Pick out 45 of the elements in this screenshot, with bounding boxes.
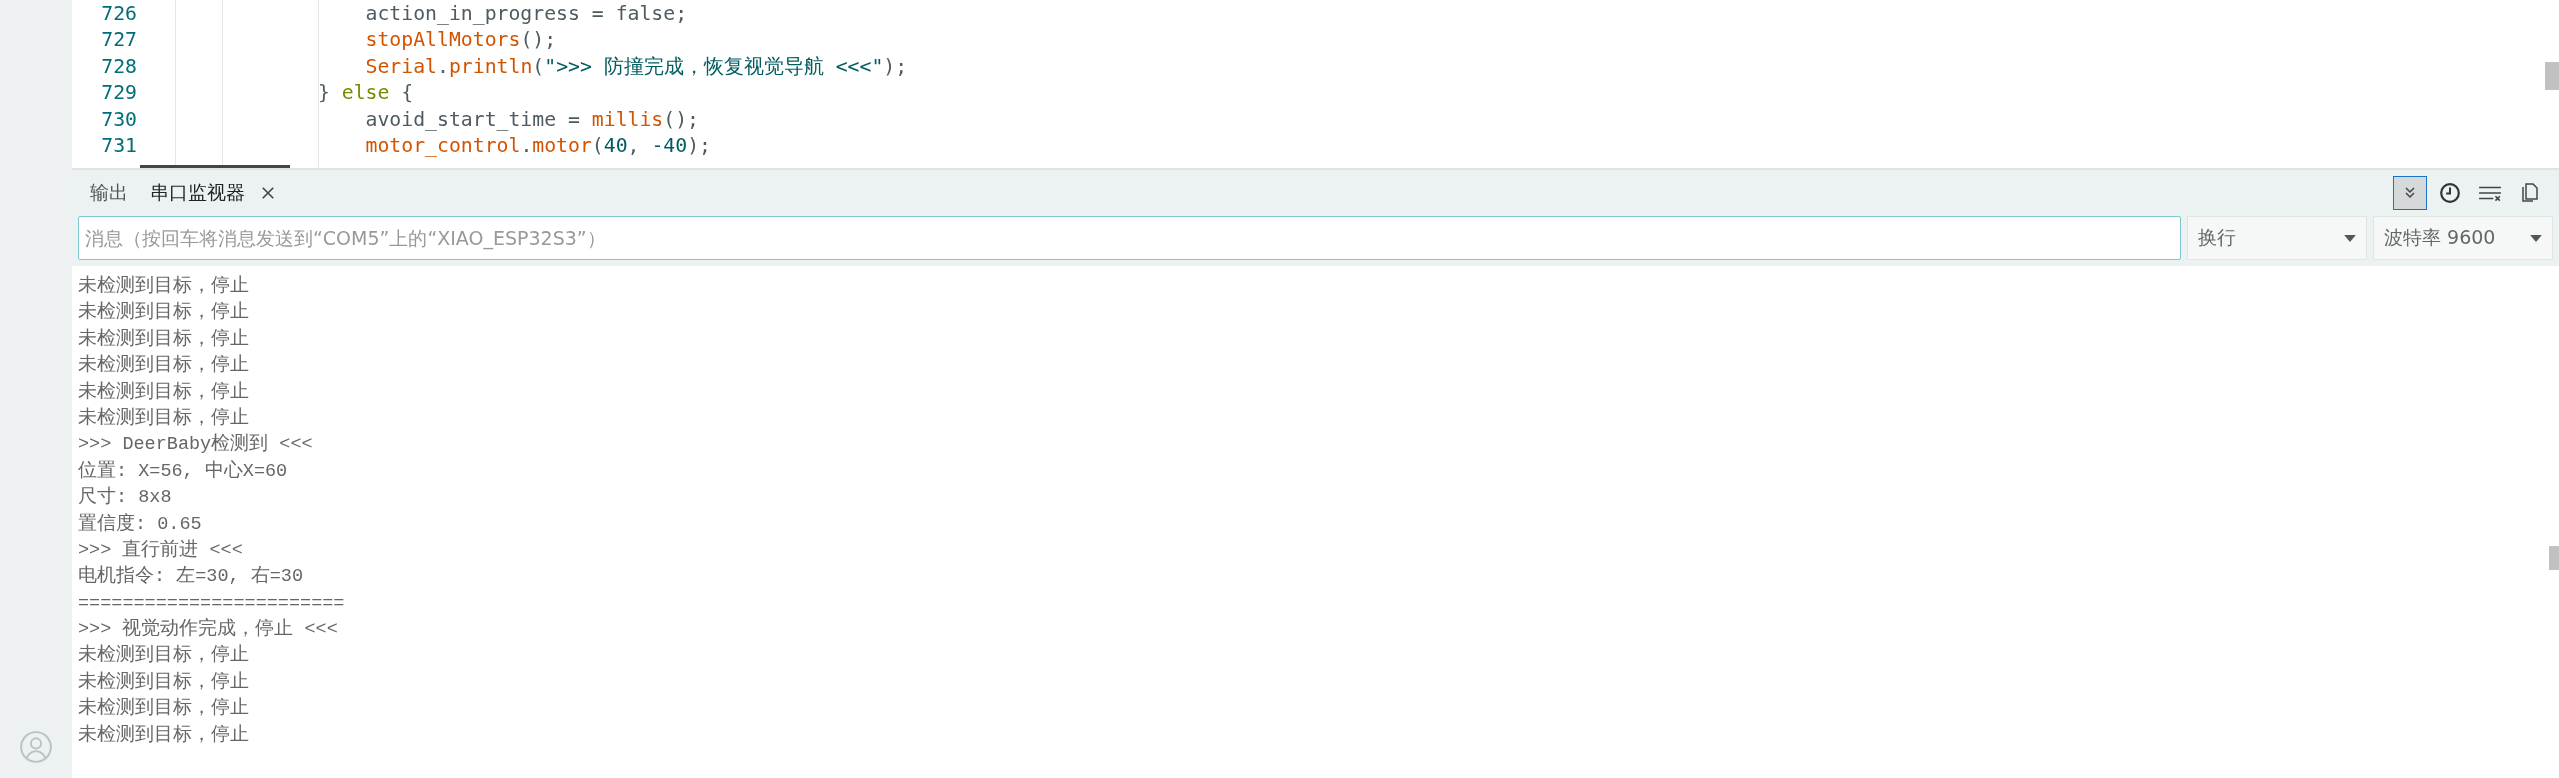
panel-tab[interactable]: 输出	[82, 176, 136, 210]
line-number: 727	[100, 28, 137, 52]
serial-output-line: 未检测到目标，停止	[78, 274, 250, 299]
line-number: 726	[100, 1, 137, 25]
serial-output-line: 置信度: 0.65	[78, 512, 203, 537]
serial-output-line: >>> 视觉动作完成，停止 <<<	[78, 617, 339, 643]
panel-tab[interactable]: 串口监视器	[142, 176, 253, 210]
serial-output-line: 未检测到目标，停止	[78, 643, 250, 669]
serial-output-line: >>> 直行前进 <<<	[78, 538, 244, 563]
code-line: motor_control.motor(40, -40);	[364, 134, 711, 158]
scrollbar-thumb[interactable]	[2549, 546, 2559, 570]
serial-output-line: 未检测到目标，停止	[78, 327, 250, 352]
line-number: 730	[100, 107, 137, 131]
code-line: stopAllMotors();	[364, 28, 557, 52]
serial-output-line: 未检测到目标，停止	[78, 696, 250, 722]
double-chevron-down-icon	[2402, 185, 2418, 201]
clock-icon	[2439, 182, 2461, 204]
serial-output-line: 未检测到目标，停止	[78, 670, 250, 695]
serial-output-line: 未检测到目标，停止	[78, 380, 250, 405]
code-line: Serial.println(">>> 防撞完成，恢复视觉导航 <<<");	[364, 53, 908, 80]
serial-output-line: 电机指令: 左=30, 右=30	[78, 564, 305, 590]
serial-output-line: 未检测到目标，停止	[78, 406, 250, 431]
code-line: } else {	[316, 81, 414, 105]
baud-rate-dropdown[interactable]: 波特率 9600	[2373, 216, 2553, 260]
line-number: 728	[100, 54, 137, 78]
serial-output-line: >>> DeerBaby检测到 <<<	[78, 432, 314, 458]
serial-output-line: 未检测到目标，停止	[78, 723, 250, 748]
dropdown-arrow-icon	[2344, 234, 2356, 242]
scrollbar-thumb[interactable]	[140, 165, 290, 168]
serial-output-line: 未检测到目标，停止	[78, 353, 250, 379]
line-number: 729	[100, 81, 137, 105]
serial-output-line: 未检测到目标，停止	[78, 300, 250, 326]
autoscroll-button[interactable]	[2393, 176, 2427, 210]
message-field[interactable]: 消息（按回车将消息发送到“COM5”上的“XIAO_ESP32S3”）	[78, 216, 2181, 260]
serial-output-line: ========================	[78, 591, 346, 616]
code-line: action_in_progress = false;	[364, 1, 688, 25]
dropdown-arrow-icon	[2530, 234, 2542, 242]
copy-icon	[2521, 182, 2539, 204]
line-number: 731	[100, 134, 137, 158]
code-line: avoid_start_time = millis();	[364, 107, 700, 131]
serial-output-line: 尺寸: 8x8	[78, 485, 173, 511]
scrollbar-thumb[interactable]	[2545, 62, 2559, 90]
serial-output-line: 位置: X=56, 中心X=60	[78, 459, 289, 484]
close-icon[interactable]	[261, 186, 275, 200]
line-ending-dropdown[interactable]: 换行	[2187, 216, 2367, 260]
